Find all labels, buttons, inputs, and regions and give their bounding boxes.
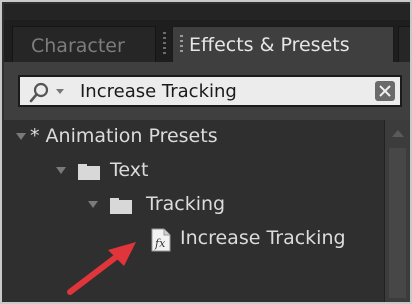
folder-icon bbox=[78, 164, 100, 180]
clear-search-button[interactable] bbox=[375, 81, 395, 101]
search-area bbox=[4, 62, 410, 120]
tree-item-label: Tracking bbox=[146, 193, 226, 215]
scrollbar-thumb[interactable] bbox=[389, 148, 406, 298]
tab-character-label: Character bbox=[31, 35, 125, 57]
drag-grip-icon[interactable] bbox=[179, 35, 185, 55]
tab-effects-presets[interactable]: Effects & Presets bbox=[172, 26, 394, 62]
scrollbar[interactable] bbox=[384, 120, 410, 302]
tab-grip-icon[interactable] bbox=[160, 26, 170, 62]
tab-overflow[interactable] bbox=[398, 26, 410, 62]
tree-item-animation-presets[interactable]: * Animation Presets bbox=[4, 120, 384, 154]
search-icon[interactable] bbox=[28, 81, 52, 105]
annotation-arrow bbox=[67, 242, 136, 295]
tree-item-label: Increase Tracking bbox=[180, 227, 346, 249]
disclosure-triangle-icon[interactable] bbox=[56, 167, 66, 174]
svg-text:fx: fx bbox=[154, 237, 166, 250]
top-strip bbox=[4, 4, 410, 21]
tree-item-tracking[interactable]: Tracking bbox=[4, 188, 384, 222]
search-field[interactable] bbox=[18, 75, 402, 107]
tab-character[interactable]: Character bbox=[12, 26, 156, 62]
search-input[interactable] bbox=[80, 79, 330, 103]
scroll-up-arrow-icon[interactable] bbox=[392, 130, 404, 137]
tab-effects-presets-label: Effects & Presets bbox=[189, 34, 350, 56]
tree-item-label: Text bbox=[110, 159, 149, 181]
tree-item-text[interactable]: Text bbox=[4, 154, 384, 188]
folder-icon bbox=[110, 198, 132, 214]
close-icon bbox=[379, 85, 391, 97]
tree-item-label: * Animation Presets bbox=[30, 125, 218, 147]
tab-bar: Character Effects & Presets bbox=[4, 20, 410, 62]
disclosure-triangle-icon[interactable] bbox=[88, 201, 98, 208]
search-options-caret-icon[interactable] bbox=[56, 89, 64, 94]
disclosure-triangle-icon[interactable] bbox=[16, 133, 26, 140]
animation-preset-icon: fx bbox=[151, 228, 171, 252]
effects-presets-panel: Character Effects & Presets Increase Tra… bbox=[0, 0, 412, 304]
